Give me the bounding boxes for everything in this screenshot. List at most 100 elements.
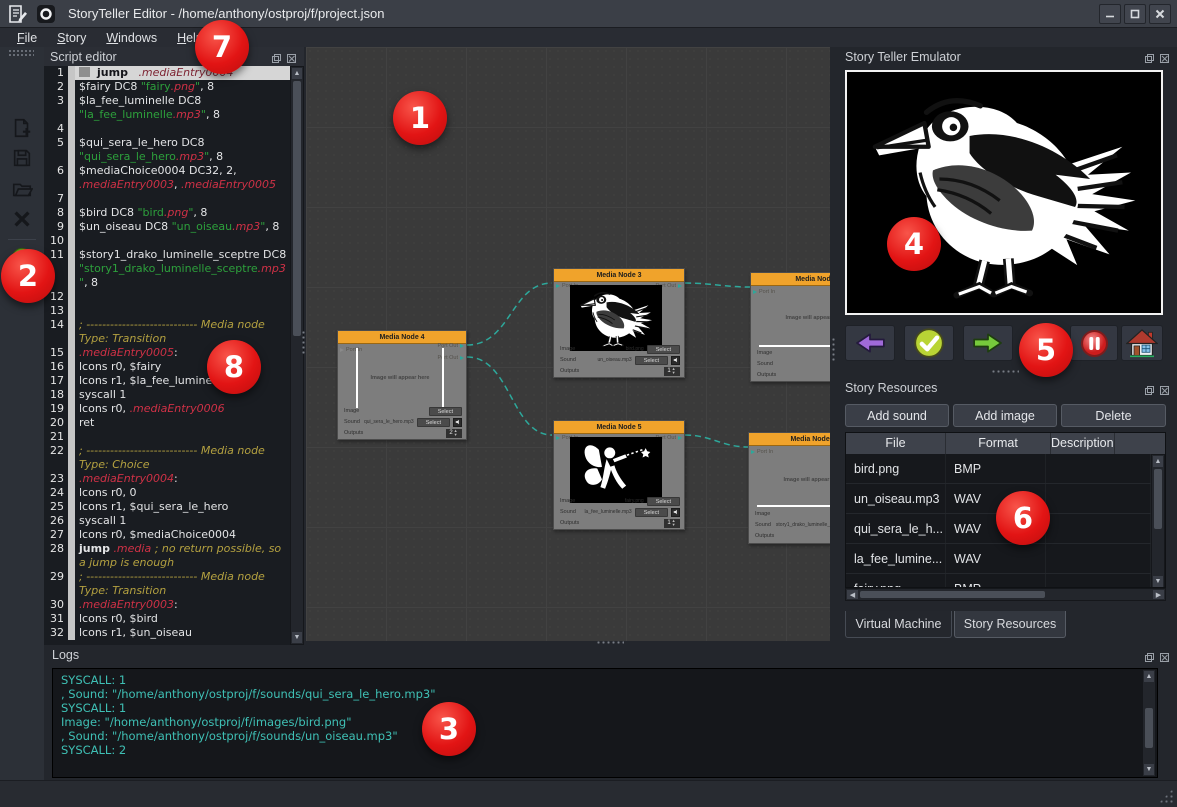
code-line[interactable]: 31 lcons r0, $bird (44, 612, 290, 626)
table-row[interactable]: bird.png BMP (846, 454, 1165, 484)
scroll-down-icon[interactable]: ▼ (292, 632, 302, 643)
column-header[interactable]: Description (1051, 433, 1115, 454)
code-text[interactable]: $la_fee_luminelle DC8 "la_fee_luminelle.… (75, 94, 290, 122)
scrollbar-thumb[interactable] (1154, 469, 1162, 529)
speaker-icon[interactable] (671, 356, 680, 365)
next-button[interactable] (963, 325, 1013, 361)
select-image-button[interactable]: Select (647, 345, 680, 354)
code-line[interactable]: 5 $qui_sera_le_hero DC8 "qui_sera_le_her… (44, 136, 290, 164)
speaker-icon[interactable] (671, 508, 680, 517)
code-text[interactable]: jump .media ; no return possible, so a j… (75, 542, 290, 570)
close-panel-icon[interactable] (1159, 383, 1170, 394)
float-panel-icon[interactable] (271, 51, 282, 62)
scrollbar-thumb[interactable] (860, 591, 1045, 598)
scroll-up-icon[interactable]: ▲ (1153, 456, 1163, 467)
open-folder-icon[interactable] (11, 178, 33, 200)
scroll-left-icon[interactable]: ◀ (847, 590, 858, 599)
code-line[interactable]: 13 (44, 304, 290, 318)
pause-button[interactable] (1070, 325, 1118, 361)
code-line[interactable]: 6 $mediaChoice0004 DC32, 2, .mediaEntry0… (44, 164, 290, 192)
media-node-3[interactable]: Media Node 3 Port In Port Out (553, 268, 685, 378)
node-title[interactable]: Media Node 6 (749, 433, 830, 446)
splitter-handle[interactable] (991, 369, 1019, 374)
code-line[interactable]: 26 syscall 1 (44, 514, 290, 528)
port-in[interactable]: Port In (753, 289, 775, 295)
table-header[interactable]: FileFormatDescription (846, 433, 1165, 454)
close-panel-icon[interactable] (1159, 51, 1170, 62)
outputs-stepper[interactable]: 2▲▼ (446, 429, 462, 438)
media-node-5[interactable]: Media Node 5 Port In Port Out Image fair… (553, 420, 685, 530)
code-text[interactable] (75, 234, 290, 248)
table-vscrollbar[interactable]: ▲ ▼ (1151, 454, 1165, 588)
splitter-handle[interactable] (301, 330, 306, 356)
code-line[interactable]: 10 (44, 234, 290, 248)
code-text[interactable]: $mediaChoice0004 DC32, 2, .mediaEntry000… (75, 164, 290, 192)
code-text[interactable]: ; ---------------------------- Media nod… (75, 570, 290, 598)
code-text[interactable] (75, 192, 290, 206)
scroll-up-icon[interactable]: ▲ (292, 68, 302, 79)
scrollbar-thumb[interactable] (293, 81, 301, 336)
select-sound-button[interactable]: Select (635, 356, 668, 365)
save-icon[interactable] (11, 147, 33, 169)
code-line[interactable]: 21 (44, 430, 290, 444)
new-script-icon[interactable] (11, 117, 33, 139)
code-line[interactable]: 4 (44, 122, 290, 136)
select-image-button[interactable]: Select (647, 497, 680, 506)
add-sound-button[interactable]: Add sound (845, 404, 949, 427)
delete-button[interactable]: Delete (1061, 404, 1166, 427)
logs-output[interactable]: SYSCALL: 1, Sound: "/home/anthony/ostpro… (52, 668, 1158, 778)
menu-item[interactable]: Windows (97, 30, 166, 46)
minimize-button[interactable] (1099, 4, 1121, 24)
close-project-icon[interactable] (11, 208, 33, 230)
code-line[interactable]: 19 lcons r0, .mediaEntry0006 (44, 402, 290, 416)
scroll-down-icon[interactable]: ▼ (1144, 764, 1154, 775)
code-line[interactable]: 7 (44, 192, 290, 206)
code-line[interactable]: 25 lcons r1, $qui_sera_le_hero (44, 500, 290, 514)
home-button[interactable] (1121, 325, 1163, 361)
node-title[interactable]: Media Node 3 (554, 269, 684, 282)
table-hscrollbar[interactable]: ◀ ▶ (845, 588, 1166, 601)
code-line[interactable]: 30 .mediaEntry0003: (44, 598, 290, 612)
code-text[interactable]: lcons r0, $mediaChoice0004 (75, 528, 290, 542)
logs-scrollbar[interactable]: ▲ ▼ (1142, 669, 1156, 777)
code-line[interactable]: 29 ; ---------------------------- Media … (44, 570, 290, 598)
code-text[interactable]: jump .mediaEntry0004 (75, 66, 290, 80)
code-line[interactable]: 14 ; ---------------------------- Media … (44, 318, 290, 346)
code-text[interactable]: lcons r0, $bird (75, 612, 290, 626)
code-text[interactable]: ; ---------------------------- Media nod… (75, 444, 290, 472)
media-node-4[interactable]: Media Node 4 Port In Port Out Port Out I… (337, 330, 467, 440)
splitter-handle[interactable] (831, 337, 836, 363)
previous-button[interactable] (845, 325, 895, 361)
code-line[interactable]: 28 jump .media ; no return possible, so … (44, 542, 290, 570)
code-line[interactable]: 12 (44, 290, 290, 304)
menu-item[interactable]: File (8, 30, 46, 46)
media-node-6[interactable]: Media Node 6 Port In Image will appear h… (748, 432, 830, 544)
float-panel-icon[interactable] (1144, 51, 1155, 62)
code-line[interactable]: 11 $story1_drako_luminelle_sceptre DC8 "… (44, 248, 290, 290)
code-line[interactable]: 24 lcons r0, 0 (44, 486, 290, 500)
node-graph-canvas[interactable]: Media Node 4 Port In Port Out Port Out I… (306, 47, 830, 641)
code-text[interactable]: ret (75, 416, 290, 430)
code-text[interactable]: $qui_sera_le_hero DC8 "qui_sera_le_hero.… (75, 136, 290, 164)
add-image-button[interactable]: Add image (953, 404, 1057, 427)
code-text[interactable]: lcons r0, .mediaEntry0006 (75, 402, 290, 416)
select-sound-button[interactable]: Select (417, 418, 450, 427)
code-line[interactable]: 22 ; ---------------------------- Media … (44, 444, 290, 472)
column-header[interactable]: Format (946, 433, 1051, 454)
toolbar-drag-handle[interactable] (8, 49, 34, 56)
code-text[interactable] (75, 122, 290, 136)
media-node-clipped[interactable]: Media Node Port In Image will appear her… (750, 272, 830, 382)
code-text[interactable]: syscall 1 (75, 514, 290, 528)
resize-grip[interactable] (1159, 789, 1173, 803)
close-panel-icon[interactable] (286, 51, 297, 62)
code-text[interactable] (75, 290, 290, 304)
scrollbar-thumb[interactable] (1145, 708, 1153, 748)
float-panel-icon[interactable] (1144, 650, 1155, 661)
window-titlebar[interactable]: StoryTeller Editor - /home/anthony/ostpr… (0, 0, 1177, 28)
speaker-icon[interactable] (453, 418, 462, 427)
maximize-button[interactable] (1124, 4, 1146, 24)
node-title[interactable]: Media Node (751, 273, 830, 286)
code-text[interactable]: $story1_drako_luminelle_sceptre DC8 "sto… (75, 248, 290, 290)
code-text[interactable] (75, 430, 290, 444)
code-text[interactable]: syscall 1 (75, 388, 290, 402)
